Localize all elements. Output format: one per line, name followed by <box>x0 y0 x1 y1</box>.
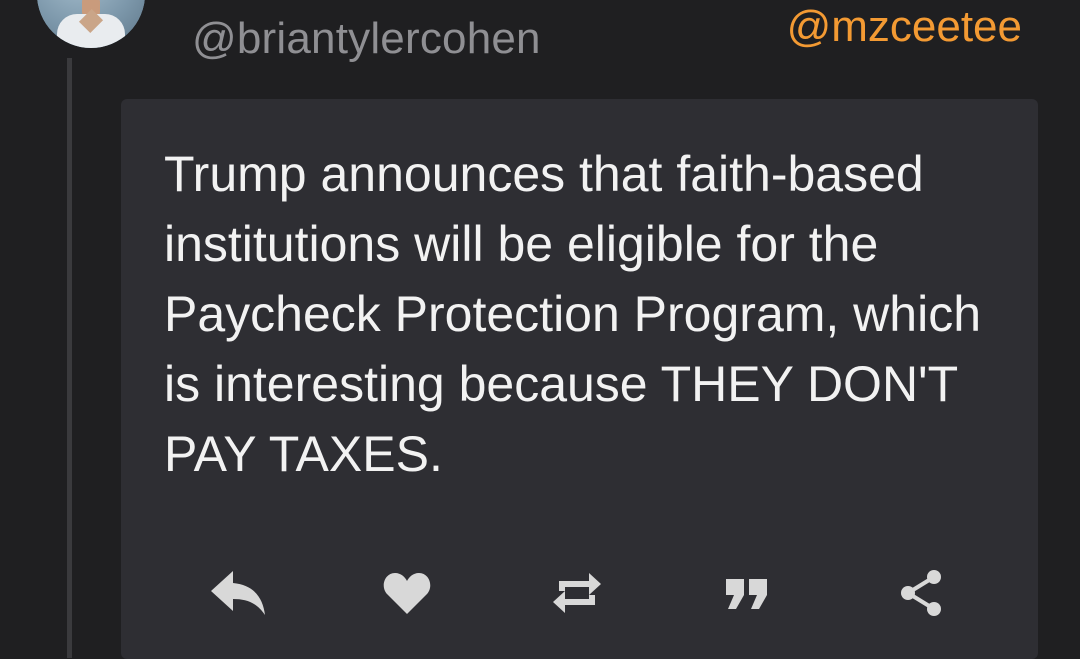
avatar[interactable] <box>37 0 145 48</box>
reply-button[interactable] <box>205 561 269 625</box>
heart-icon <box>383 573 431 614</box>
share-icon <box>901 570 941 616</box>
quote-button[interactable] <box>715 561 779 625</box>
tweet-text: Trump announces that faith-based institu… <box>164 146 982 482</box>
thread-line <box>67 58 72 658</box>
retweet-button[interactable] <box>545 561 609 625</box>
reply-icon <box>211 571 265 615</box>
retweet-icon <box>553 573 601 613</box>
tweet-card[interactable]: Trump announces that faith-based institu… <box>121 99 1038 659</box>
action-bar <box>121 561 1038 625</box>
mention-handle[interactable]: @mzceetee <box>787 2 1022 52</box>
like-button[interactable] <box>375 561 439 625</box>
share-button[interactable] <box>889 561 953 625</box>
quote-icon <box>726 579 767 609</box>
username[interactable]: @briantylercohen <box>192 14 541 64</box>
